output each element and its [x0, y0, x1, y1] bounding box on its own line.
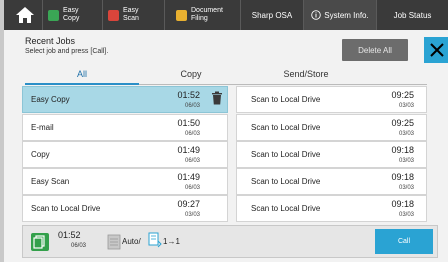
selected-job-bar: 01:52 06/03 Auto/ 1→1 Call: [22, 225, 438, 258]
list-item[interactable]: Easy Copy 01:52 06/03: [22, 86, 228, 113]
job-time: 09:18: [391, 199, 414, 209]
top-bar: Easy Copy Easy Scan Document Filing Shar…: [4, 0, 448, 30]
info-icon: [311, 10, 322, 20]
job-date: 03/03: [398, 131, 414, 137]
list-item[interactable]: Copy 01:49 06/03: [22, 141, 228, 168]
job-time: 09:18: [391, 145, 414, 155]
recent-jobs-screen: Easy Copy Easy Scan Document Filing Shar…: [4, 0, 448, 262]
job-date: 03/03: [398, 158, 414, 164]
list-item[interactable]: Scan to Local Drive 09:18 03/03: [236, 195, 427, 222]
easy-scan-shortcut[interactable]: Easy Scan: [108, 3, 160, 27]
easy-copy-shortcut[interactable]: Easy Copy: [48, 3, 100, 27]
close-icon: [430, 43, 444, 57]
list-item[interactable]: Scan to Local Drive 09:25 03/03: [236, 86, 427, 113]
job-date: 03/03: [398, 212, 414, 218]
tab-all[interactable]: All: [25, 67, 139, 83]
job-name: Scan to Local Drive: [251, 123, 321, 132]
close-button[interactable]: [424, 37, 448, 63]
home-icon[interactable]: [14, 4, 36, 26]
job-name: Easy Scan: [31, 177, 70, 186]
easy-copy-label-l1: Easy: [63, 7, 79, 14]
sharp-osa-label: Sharp OSA: [251, 10, 293, 20]
easy-copy-label: Easy Copy: [63, 7, 79, 23]
list-item[interactable]: Scan to Local Drive 09:18 03/03: [236, 141, 427, 168]
duplex-setting: 1→1: [163, 237, 180, 246]
easy-scan-label-l1: Easy: [123, 7, 139, 14]
job-date: 06/03: [184, 131, 200, 137]
paper-setting: Auto/: [122, 237, 141, 246]
job-name: Scan to Local Drive: [251, 150, 321, 159]
job-date: 03/03: [184, 212, 200, 218]
job-time: 09:27: [177, 199, 200, 209]
job-time: 01:52: [177, 90, 200, 100]
active-tab-indicator: [25, 83, 139, 85]
job-date: 06/03: [184, 103, 200, 109]
job-date: 06/03: [184, 185, 200, 191]
trash-icon[interactable]: [211, 91, 223, 105]
job-time: 09:25: [391, 118, 414, 128]
folder-icon: [176, 9, 187, 21]
system-info-label: System Info.: [324, 10, 369, 20]
paper-tray-icon: [107, 234, 121, 250]
sharp-osa-button[interactable]: Sharp OSA: [241, 0, 303, 30]
job-name: Scan to Local Drive: [251, 177, 321, 186]
job-name: E-mail: [31, 123, 54, 132]
job-status-button[interactable]: Job Status: [377, 0, 448, 30]
system-info-button[interactable]: System Info.: [304, 0, 376, 30]
selected-job-date: 06/03: [71, 243, 87, 249]
duplex-icon: [148, 232, 162, 248]
tab-send-store[interactable]: Send/Store: [243, 67, 369, 83]
doc-filing-label-l1: Document: [191, 7, 223, 14]
job-date: 03/03: [398, 185, 414, 191]
easy-scan-label: Easy Scan: [123, 7, 139, 23]
easy-scan-label-l2: Scan: [123, 15, 139, 22]
job-time: 01:49: [177, 145, 200, 155]
copy-icon: [31, 233, 49, 251]
selected-job-time: 01:52: [58, 230, 81, 240]
document-filing-label: Document Filing: [191, 7, 223, 23]
list-item[interactable]: Scan to Local Drive 09:27 03/03: [22, 195, 228, 222]
job-name: Scan to Local Drive: [251, 95, 321, 104]
list-item[interactable]: Scan to Local Drive 09:25 03/03: [236, 114, 427, 141]
job-time: 09:25: [391, 90, 414, 100]
divider: [102, 0, 103, 30]
list-item[interactable]: E-mail 01:50 06/03: [22, 114, 228, 141]
job-time: 01:50: [177, 118, 200, 128]
document-filing-shortcut[interactable]: Document Filing: [176, 3, 236, 27]
delete-all-button[interactable]: Delete All: [342, 39, 408, 61]
scan-icon: [108, 9, 119, 21]
page-title: Recent Jobs: [25, 36, 76, 46]
instruction-text: Select job and press [Call].: [25, 48, 109, 55]
divider: [42, 0, 43, 30]
job-status-label: Job Status: [393, 10, 432, 20]
copy-icon: [48, 9, 59, 21]
list-item[interactable]: Scan to Local Drive 09:18 03/03: [236, 168, 427, 195]
job-date: 06/03: [184, 158, 200, 164]
divider: [164, 0, 165, 30]
job-date: 03/03: [398, 103, 414, 109]
job-name: Easy Copy: [31, 95, 70, 104]
list-item[interactable]: Easy Scan 01:49 06/03: [22, 168, 228, 195]
easy-copy-label-l2: Copy: [63, 15, 80, 22]
call-button[interactable]: Call: [375, 229, 433, 254]
job-name: Scan to Local Drive: [31, 204, 101, 213]
tab-copy[interactable]: Copy: [139, 67, 243, 83]
job-name: Scan to Local Drive: [251, 204, 321, 213]
job-time: 01:49: [177, 172, 200, 182]
doc-filing-label-l2: Filing: [191, 15, 208, 22]
job-time: 09:18: [391, 172, 414, 182]
job-name: Copy: [31, 150, 50, 159]
